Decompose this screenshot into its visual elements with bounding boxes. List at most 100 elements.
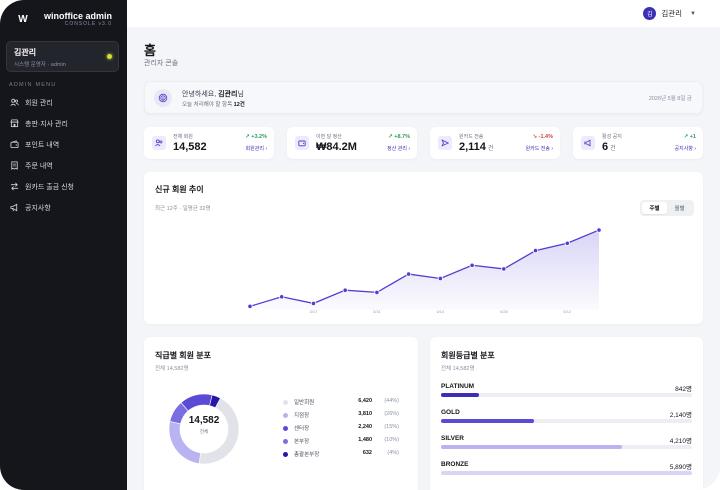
trend-point[interactable] bbox=[247, 303, 253, 309]
legend-percent: (26%) bbox=[384, 411, 399, 417]
donut-total: 14,582 bbox=[188, 415, 220, 426]
trend-point[interactable] bbox=[501, 266, 507, 272]
stat-number: ₩84.2M bbox=[316, 141, 357, 153]
trend-point[interactable] bbox=[469, 262, 475, 268]
distribution-title: 직급별 회원 분포 bbox=[155, 351, 211, 360]
trend-point[interactable] bbox=[374, 289, 380, 296]
legend-count: 6,420 bbox=[358, 398, 372, 404]
sidebar: W winoffice admin CONSOLE v3.0 김관리 시스템 운… bbox=[0, 0, 127, 490]
sidebar-item-label: 회원 관리 bbox=[25, 99, 53, 107]
x-tick-label: 5/12 bbox=[563, 309, 572, 314]
stat-delta: ↗ +3.2% bbox=[245, 134, 267, 140]
legend-name: 일반회원 bbox=[294, 400, 315, 406]
grade-count: 4,210명 bbox=[669, 438, 692, 445]
grade-count: 5,890명 bbox=[669, 464, 692, 471]
legend-count: 3,810 bbox=[358, 411, 372, 417]
legend-count: 632 bbox=[362, 450, 372, 456]
brand[interactable]: W winoffice admin CONSOLE v3.0 bbox=[14, 10, 112, 28]
current-date: 2026년 5월 8일 금 bbox=[648, 96, 692, 102]
stat-link[interactable]: 회원관리 › bbox=[246, 145, 267, 152]
sidebar-item-notices[interactable]: 공지사항 bbox=[0, 197, 127, 218]
grade-bar-track bbox=[441, 393, 692, 397]
trend-point[interactable] bbox=[532, 248, 539, 254]
grade-bar-fill bbox=[441, 393, 479, 397]
sidebar-item-withdrawals[interactable]: 원카드 출금 신청 bbox=[0, 176, 127, 197]
grade-distribution-card: 회원등급별 분포 전체 14,582명 PLATINUM 842명 GOLD 2,14… bbox=[430, 337, 703, 490]
legend-swatch bbox=[283, 426, 288, 431]
task-summary-count: 12건 bbox=[233, 102, 245, 108]
stat-label: 전체 회원 bbox=[173, 134, 193, 140]
user-menu[interactable]: 김 김관리 ▼ bbox=[643, 7, 696, 20]
legend-item: 일반회원 6,420 (44%) bbox=[281, 398, 409, 411]
stat-label: 원카드 전송 bbox=[459, 134, 484, 140]
stat-number: 6 bbox=[602, 141, 609, 153]
store-icon bbox=[10, 119, 19, 128]
sidebar-item-label: 포인트 내역 bbox=[25, 141, 60, 149]
grade-count: 842명 bbox=[675, 386, 692, 393]
stat-card-members[interactable]: 전체 회원 14,582 ↗ +3.2% 회원관리 › bbox=[144, 127, 274, 159]
trend-point[interactable] bbox=[406, 271, 412, 277]
sidebar-item-branches[interactable]: 총판·지사 관리 bbox=[0, 113, 127, 134]
wallet-icon bbox=[295, 136, 309, 150]
x-tick-label: 3/31 bbox=[373, 309, 382, 314]
donut-slice[interactable] bbox=[168, 421, 201, 464]
stat-number: 2,114 bbox=[459, 141, 486, 153]
distribution-subtitle: 전체 14,582명 bbox=[155, 366, 189, 372]
grade-bar-fill bbox=[441, 471, 692, 475]
trend-point[interactable] bbox=[342, 287, 348, 293]
sidebar-item-orders[interactable]: 주문 내역 bbox=[0, 155, 127, 176]
grade-bar-track bbox=[441, 445, 692, 449]
grade-bar-fill bbox=[441, 445, 622, 449]
grade-bar-track bbox=[441, 471, 692, 475]
stat-label: 이번 달 정산 bbox=[316, 134, 342, 140]
grade-name: SILVER bbox=[441, 435, 464, 442]
trend-area-fill bbox=[250, 230, 599, 310]
stat-delta: ↗ +1 bbox=[683, 134, 696, 140]
legend-count: 1,480 bbox=[358, 437, 372, 443]
stat-card-notices[interactable]: 활성 공지 6건 ↗ +1 공지사항 › bbox=[573, 127, 703, 159]
legend-swatch bbox=[283, 452, 288, 457]
send-icon bbox=[438, 136, 452, 150]
grade-count: 2,140명 bbox=[669, 412, 692, 419]
megaphone-icon bbox=[10, 203, 18, 212]
chevron-down-icon: ▼ bbox=[690, 10, 696, 17]
stat-link[interactable]: 공지사항 › bbox=[675, 145, 696, 152]
stat-card-settlement[interactable]: 이번 달 정산 ₩84.2M ↗ +8.7% 정산 관리 › bbox=[287, 127, 417, 159]
sidebar-item-members[interactable]: 회원 관리 bbox=[0, 92, 127, 113]
avatar: 김 bbox=[643, 7, 657, 20]
trend-point[interactable] bbox=[437, 275, 443, 282]
user-card[interactable]: 김관리 시스템 운영자 · admin bbox=[6, 41, 119, 72]
stat-link[interactable]: 정산 관리 › bbox=[387, 145, 410, 152]
legend-item: 센터장 2,240 (15%) bbox=[281, 424, 409, 437]
user-card-role: 시스템 운영자 · admin bbox=[14, 62, 66, 68]
stat-value: 6건 bbox=[602, 141, 616, 153]
sidebar-item-points[interactable]: 포인트 내역 bbox=[0, 134, 127, 155]
stat-link[interactable]: 원카드 전송 › bbox=[526, 145, 553, 152]
new-members-trend-card: 신규 회원 추이 최근 12주 · 일평균 32명 주별 월별 3/17 3/31… bbox=[144, 172, 703, 324]
trend-point[interactable] bbox=[310, 300, 317, 306]
legend-name: 본부장 bbox=[294, 439, 310, 445]
stat-value: 14,582 bbox=[173, 141, 209, 153]
trend-point[interactable] bbox=[279, 294, 285, 300]
trend-chart: 3/17 3/31 4/14 4/28 5/12 bbox=[247, 227, 602, 314]
donut-total-label: 전체 bbox=[199, 429, 209, 434]
legend-item: 총괄본부장 632 (4%) bbox=[281, 450, 409, 463]
brand-version: CONSOLE v3.0 bbox=[64, 20, 113, 27]
grade-title: 회원등급별 분포 bbox=[441, 351, 495, 360]
wallet-icon bbox=[10, 140, 19, 149]
grade-bar-fill bbox=[441, 419, 534, 423]
legend-percent: (44%) bbox=[384, 398, 399, 404]
grade-row-platinum: PLATINUM 842명 bbox=[441, 383, 692, 403]
grade-subtitle: 전체 14,582명 bbox=[441, 366, 475, 372]
trend-point[interactable] bbox=[564, 240, 570, 246]
megaphone-icon bbox=[581, 136, 595, 150]
x-tick-label: 3/17 bbox=[310, 309, 319, 314]
stat-card-onecard[interactable]: 원카드 전송 2,114 건 ↘ -1.4% 원카드 전송 › bbox=[430, 127, 560, 159]
legend-name: 센터장 bbox=[294, 426, 310, 432]
stat-label: 활성 공지 bbox=[602, 134, 622, 140]
trend-point[interactable] bbox=[596, 227, 602, 233]
donut-slice[interactable] bbox=[180, 393, 213, 412]
menu-section-label: ADMIN MENU bbox=[9, 82, 57, 88]
greeting-prefix: 안녕하세요, bbox=[182, 91, 217, 98]
stat-number: 14,582 bbox=[173, 141, 207, 153]
